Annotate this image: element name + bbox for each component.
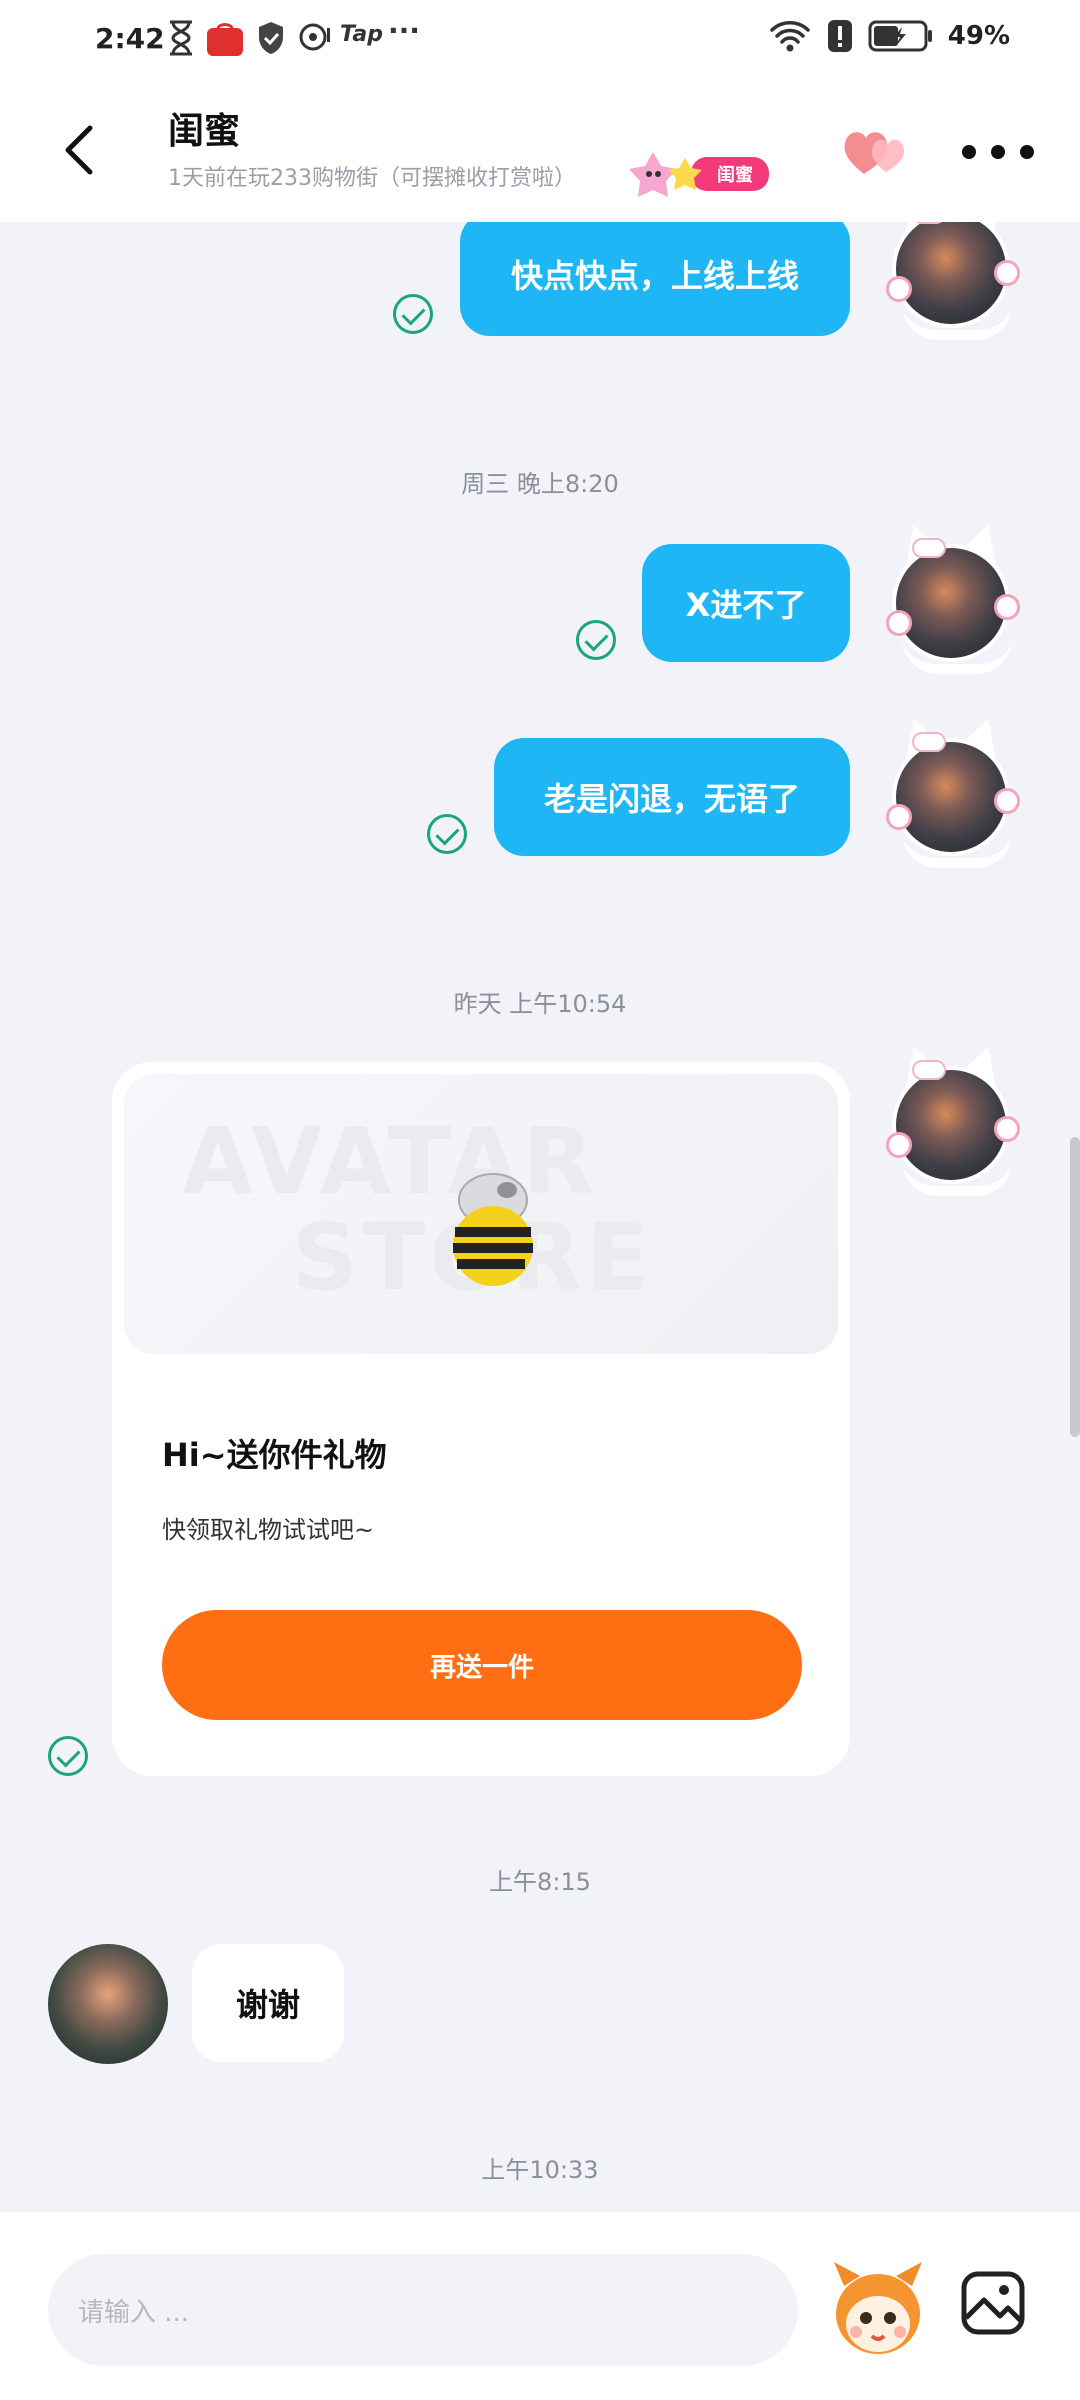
outgoing-message[interactable]: X进不了 (642, 544, 850, 662)
tap-app-icon: Tap (340, 22, 383, 47)
sent-check-icon (48, 1736, 88, 1776)
relationship-tag[interactable]: 闺蜜 (625, 150, 769, 198)
my-avatar[interactable] (886, 712, 1020, 868)
avatar-store-watermark: AVATAR STORE (182, 1108, 649, 1306)
paw-icon (994, 1116, 1020, 1142)
outgoing-message[interactable]: 老是闪退，无语了 (494, 738, 850, 856)
battery-percent: 49% (947, 21, 1010, 51)
status-time: 2:42 (95, 22, 165, 55)
dot-icon (962, 145, 976, 159)
timestamp: 周三 晚上8:20 (461, 470, 619, 498)
emoji-mascot-button[interactable] (830, 2256, 926, 2360)
paw-icon (886, 610, 912, 636)
bow-icon (912, 732, 946, 752)
wifi-icon (770, 21, 810, 52)
cat-tail (902, 304, 1012, 340)
outgoing-message[interactable]: 快点快点，上线上线 (460, 222, 850, 336)
scrollbar[interactable] (1070, 1137, 1080, 1437)
bow-icon (912, 1060, 946, 1080)
input-bar: 请输入 ... (0, 2212, 1080, 2400)
gift-description: 快领取礼物试试吧~ (162, 1516, 375, 1544)
chat-header: 闺蜜 1天前在玩233购物街（可摆摊收打赏啦） 闺蜜 (0, 80, 1080, 222)
image-picker-icon[interactable] (960, 2270, 1026, 2336)
chat-message-list[interactable]: 快点快点，上线上线 周三 晚上8:20 X进不了 老是闪退，无语了 昨天 上午1… (0, 222, 1080, 2212)
timestamp: 昨天 上午10:54 (453, 990, 627, 1018)
chat-status-subtitle: 1天前在玩233购物街（可摆摊收打赏啦） (168, 166, 576, 191)
send-another-gift-button[interactable]: 再送一件 (162, 1610, 802, 1720)
paw-icon (994, 788, 1020, 814)
bee-gift-icon (453, 1173, 533, 1286)
dot-icon (991, 145, 1005, 159)
paw-icon (994, 594, 1020, 620)
gift-title: Hi~送你件礼物 (162, 1436, 387, 1474)
shop-app-icon (207, 23, 243, 56)
gift-card[interactable]: AVATAR STORE Hi~送你件礼物 快领取礼物试试吧~ 再送一件 (112, 1062, 850, 1776)
my-avatar[interactable] (886, 518, 1020, 674)
alert-icon (827, 20, 852, 52)
sent-check-icon (427, 814, 467, 854)
more-notifications-icon: ··· (388, 14, 420, 47)
cat-tail (902, 1160, 1012, 1196)
timestamp: 上午8:15 (489, 1868, 591, 1896)
chat-title: 闺蜜 (168, 111, 241, 152)
paw-icon (886, 1132, 912, 1158)
friend-avatar[interactable] (48, 1944, 168, 2064)
incoming-message[interactable]: 谢谢 (192, 1944, 344, 2062)
paw-icon (886, 804, 912, 830)
status-bar: 2:42 Tap ··· 49% (0, 0, 1080, 80)
gift-image: AVATAR STORE (124, 1074, 838, 1354)
back-button[interactable] (50, 118, 114, 182)
more-options-button[interactable] (962, 140, 1034, 164)
message-input[interactable]: 请输入 ... (48, 2254, 798, 2366)
dot-icon (1020, 145, 1034, 159)
intimacy-hearts-button[interactable] (840, 122, 912, 182)
cat-tail (902, 832, 1012, 868)
cat-tail (902, 638, 1012, 674)
paw-icon (994, 260, 1020, 286)
shield-icon (259, 22, 283, 54)
camera-icon (299, 23, 330, 51)
my-avatar[interactable] (886, 222, 1020, 340)
hourglass-icon (170, 20, 192, 56)
sent-check-icon (393, 294, 433, 334)
sent-check-icon (576, 620, 616, 660)
paw-icon (886, 276, 912, 302)
my-avatar[interactable] (886, 1040, 1020, 1196)
stars-icon (629, 152, 702, 197)
battery-icon (868, 20, 932, 52)
timestamp: 上午10:33 (481, 2156, 599, 2184)
bow-icon (912, 538, 946, 558)
